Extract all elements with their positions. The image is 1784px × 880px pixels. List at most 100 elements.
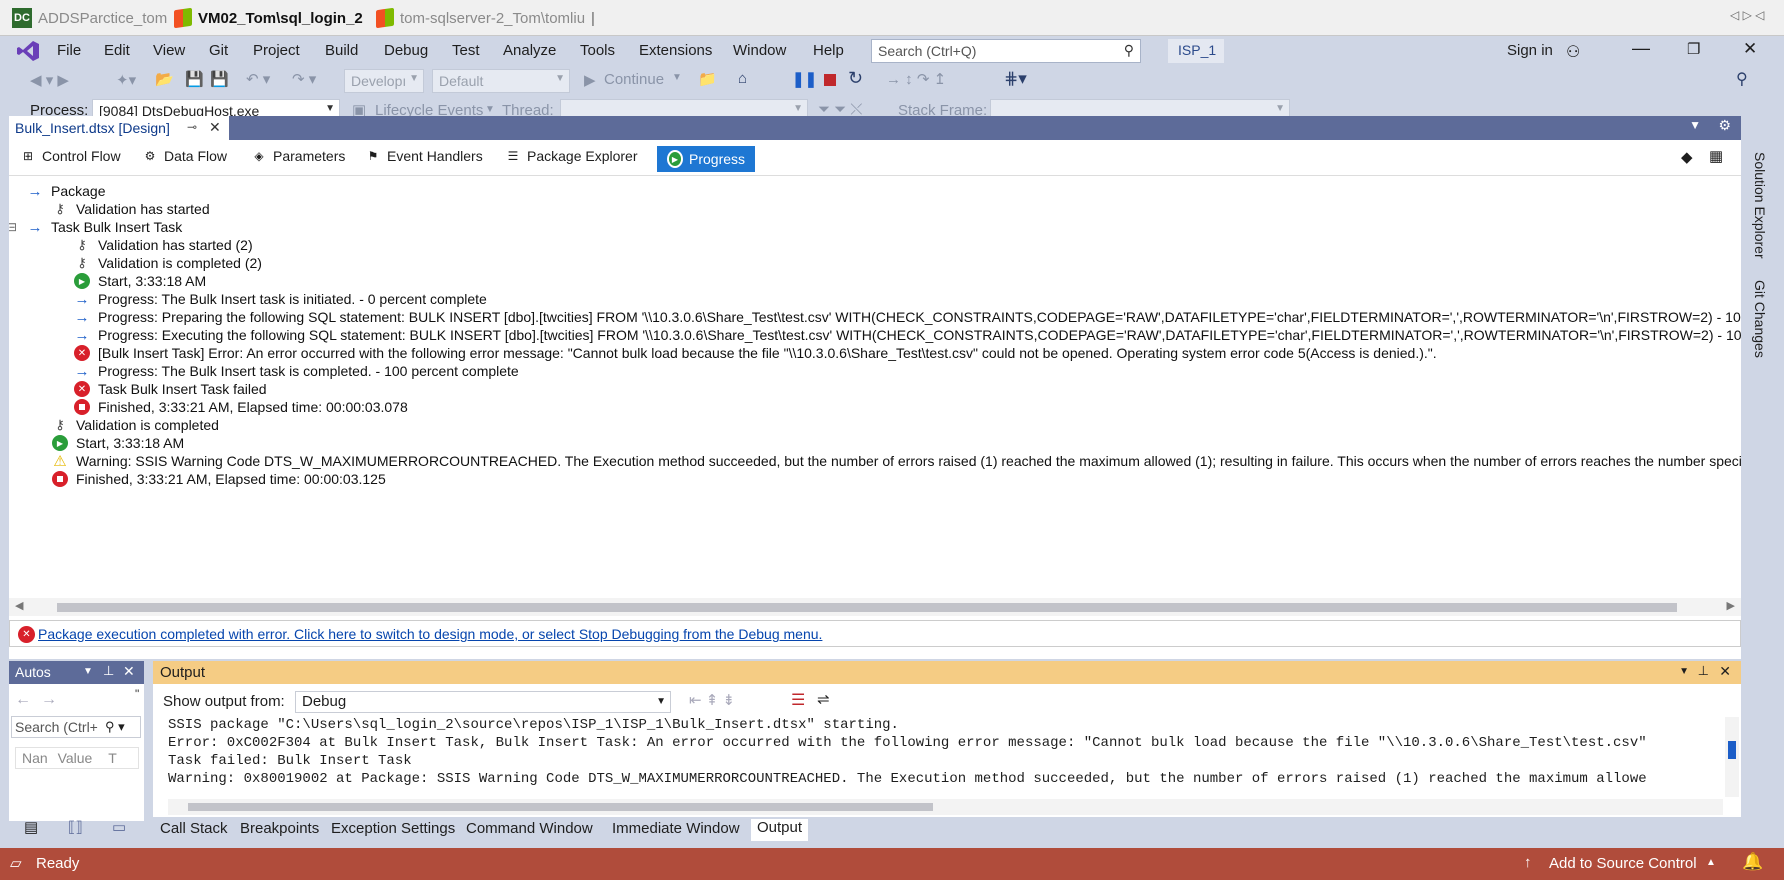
collapse-icon[interactable]: ⊟ xyxy=(9,220,17,234)
add-to-source-control-button[interactable]: Add to Source Control xyxy=(1549,855,1697,872)
redo-icon[interactable]: ↷ ▾ xyxy=(292,70,316,88)
close-icon[interactable]: ✕ xyxy=(123,663,135,680)
continue-button[interactable]: Continue xyxy=(604,71,664,88)
close-window-button[interactable]: ✕ xyxy=(1743,39,1757,59)
menu-help[interactable]: Help xyxy=(813,42,844,59)
menu-file[interactable]: File xyxy=(57,42,81,59)
close-icon[interactable]: ✕ xyxy=(209,119,221,136)
progress-row[interactable]: ⚷ Validation is completed xyxy=(52,417,219,433)
close-icon[interactable]: ✕ xyxy=(1719,663,1731,680)
menu-project[interactable]: Project xyxy=(253,42,300,59)
tab-package-explorer[interactable]: ☰ Package Explorer xyxy=(505,148,638,164)
progress-row[interactable]: → Progress: Preparing the following SQL s… xyxy=(74,309,1742,326)
tab-exception-settings[interactable]: Exception Settings xyxy=(331,820,455,837)
document-tab-bulk-insert[interactable]: Bulk_Insert.dtsx [Design] ⊸ ✕ xyxy=(9,116,229,140)
scrollbar-thumb[interactable] xyxy=(57,603,1677,612)
back-icon[interactable]: ◀ ▾ ▶ xyxy=(30,71,69,89)
menu-test[interactable]: Test xyxy=(452,42,480,59)
progress-row[interactable]: Finished, 3:33:21 AM, Elapsed time: 00:0… xyxy=(52,471,386,487)
solution-explorer-tab[interactable]: Solution Explorer xyxy=(1752,152,1768,259)
menu-tools[interactable]: Tools xyxy=(580,42,615,59)
tab-breakpoints[interactable]: Breakpoints xyxy=(240,820,319,837)
more-icon[interactable]: " xyxy=(135,687,139,701)
restore-button[interactable]: ❐ xyxy=(1687,40,1700,58)
chevron-down-icon[interactable]: ▼ xyxy=(672,72,682,83)
chevron-down-icon[interactable]: ▼ xyxy=(1679,666,1689,677)
progress-row[interactable]: ⊟ → Task Bulk Insert Task xyxy=(9,219,182,236)
stop-debugging-icon[interactable] xyxy=(824,74,836,86)
chevron-down-icon[interactable]: ▼ xyxy=(1689,118,1701,132)
locals-tab-icon[interactable]: ⟦⟧ xyxy=(68,818,83,836)
solution-platform-combo[interactable]: Default ▼ xyxy=(432,69,570,93)
output-vscrollbar[interactable] xyxy=(1725,717,1739,797)
find-message-icons[interactable]: ⇤ ⇞ ⇟ xyxy=(689,691,735,709)
tab-immediate-window[interactable]: Immediate Window xyxy=(612,820,740,837)
rdp-tab-tom-sqlserver[interactable]: tom-sqlserver-2_Tom\tomliu | xyxy=(376,4,595,32)
column-type-header[interactable]: T xyxy=(108,750,117,766)
menu-edit[interactable]: Edit xyxy=(104,42,130,59)
tab-parameters[interactable]: ◈ Parameters xyxy=(251,148,345,164)
tab-control-flow[interactable]: ⊞ Control Flow xyxy=(20,148,121,164)
tab-output[interactable]: Output xyxy=(751,819,809,841)
search-input[interactable]: Search (Ctrl+Q) ⚲ xyxy=(871,39,1141,63)
tab-call-stack[interactable]: Call Stack xyxy=(160,820,228,837)
horizontal-scrollbar[interactable]: ◀ ▶ xyxy=(9,598,1741,616)
tab-data-flow[interactable]: ⚙ Data Flow xyxy=(142,148,227,164)
account-icon[interactable]: ⚇ xyxy=(1566,42,1580,62)
watch-tab-icon[interactable]: ▭ xyxy=(112,818,126,836)
forward-arrow-icon[interactable]: → xyxy=(41,691,57,709)
progress-row[interactable]: → Progress: The Bulk Insert task is initi… xyxy=(74,291,487,308)
progress-row[interactable]: ⚷ Validation has started (2) xyxy=(74,237,252,253)
browser-icon[interactable]: ⌂ xyxy=(738,70,747,87)
progress-row[interactable]: ⚷ Validation has started xyxy=(52,201,209,217)
autos-tab-icon[interactable]: ▤ xyxy=(24,818,38,836)
progress-row[interactable]: ✕ Task Bulk Insert Task failed xyxy=(74,381,267,397)
chevron-down-icon[interactable]: ▼ xyxy=(83,666,93,677)
scrollbar-thumb[interactable] xyxy=(188,803,933,811)
progress-row[interactable]: ▶ Start, 3:33:18 AM xyxy=(52,435,184,451)
new-project-icon[interactable]: ✦▾ xyxy=(116,71,136,89)
solution-configuration-combo[interactable]: Developı ▼ xyxy=(344,69,424,93)
pin-icon[interactable]: ⊥ xyxy=(103,663,114,679)
progress-row[interactable]: → Package xyxy=(27,183,106,200)
menu-debug[interactable]: Debug xyxy=(384,42,428,59)
scroll-left-icon[interactable]: ◀ xyxy=(15,599,23,612)
pin-icon[interactable]: ⊥ xyxy=(1698,663,1709,679)
open-folder-icon[interactable]: 📂 xyxy=(155,70,174,88)
rdp-tab-addsparctice[interactable]: DC ADDSParctice_tom xyxy=(12,4,167,32)
layers-icon[interactable]: ◆ xyxy=(1681,148,1693,166)
progress-row[interactable]: Finished, 3:33:21 AM, Elapsed time: 00:0… xyxy=(74,399,408,415)
progress-row[interactable]: → Progress: Executing the following SQL s… xyxy=(74,327,1742,344)
output-hscrollbar[interactable] xyxy=(168,799,1723,815)
menu-git[interactable]: Git xyxy=(209,42,228,59)
clear-all-icon[interactable]: ☰ xyxy=(791,690,805,710)
rdp-scroll-icons[interactable]: ◁ ▷ ◁ xyxy=(1730,8,1764,22)
back-arrow-icon[interactable]: ← xyxy=(15,691,31,709)
live-share-icon[interactable]: ⚲ xyxy=(1736,69,1748,89)
progress-row[interactable]: ✕ [Bulk Insert Task] Error: An error occu… xyxy=(74,345,1437,361)
scroll-right-icon[interactable]: ▶ xyxy=(1727,599,1735,612)
pin-icon[interactable]: ⊸ xyxy=(187,120,197,134)
menu-build[interactable]: Build xyxy=(325,42,358,59)
save-icon[interactable]: 💾 xyxy=(185,70,204,88)
tab-command-window[interactable]: Command Window xyxy=(466,820,593,837)
git-changes-tab[interactable]: Git Changes xyxy=(1752,280,1768,358)
progress-row[interactable]: ▶ Start, 3:33:18 AM xyxy=(74,273,206,289)
menu-extensions[interactable]: Extensions xyxy=(639,42,712,59)
chevron-up-icon[interactable]: ▲ xyxy=(1706,857,1716,868)
progress-row[interactable]: ⚠ Warning: SSIS Warning Code DTS_W_MAXIMU… xyxy=(52,453,1741,470)
gear-icon[interactable]: ⚙ xyxy=(1718,117,1731,134)
breakpoint-icon[interactable]: ⋕▾ xyxy=(1004,69,1027,89)
column-value-header[interactable]: Value xyxy=(58,750,93,766)
notification-bell-icon[interactable]: 🔔 xyxy=(1742,852,1763,872)
word-wrap-icon[interactable]: ⇌ xyxy=(817,690,830,708)
menu-view[interactable]: View xyxy=(153,42,185,59)
column-name-header[interactable]: Nan xyxy=(22,750,48,766)
minimize-button[interactable]: — xyxy=(1632,38,1650,59)
variables-icon[interactable]: ▦ xyxy=(1709,147,1723,165)
undo-icon[interactable]: ↶ ▾ xyxy=(246,70,270,88)
pause-icon[interactable]: ❚❚ xyxy=(792,70,817,88)
menu-window[interactable]: Window xyxy=(733,42,786,59)
progress-row[interactable]: → Progress: The Bulk Insert task is compl… xyxy=(74,363,519,380)
folder-icon[interactable]: 📁 xyxy=(698,70,717,88)
